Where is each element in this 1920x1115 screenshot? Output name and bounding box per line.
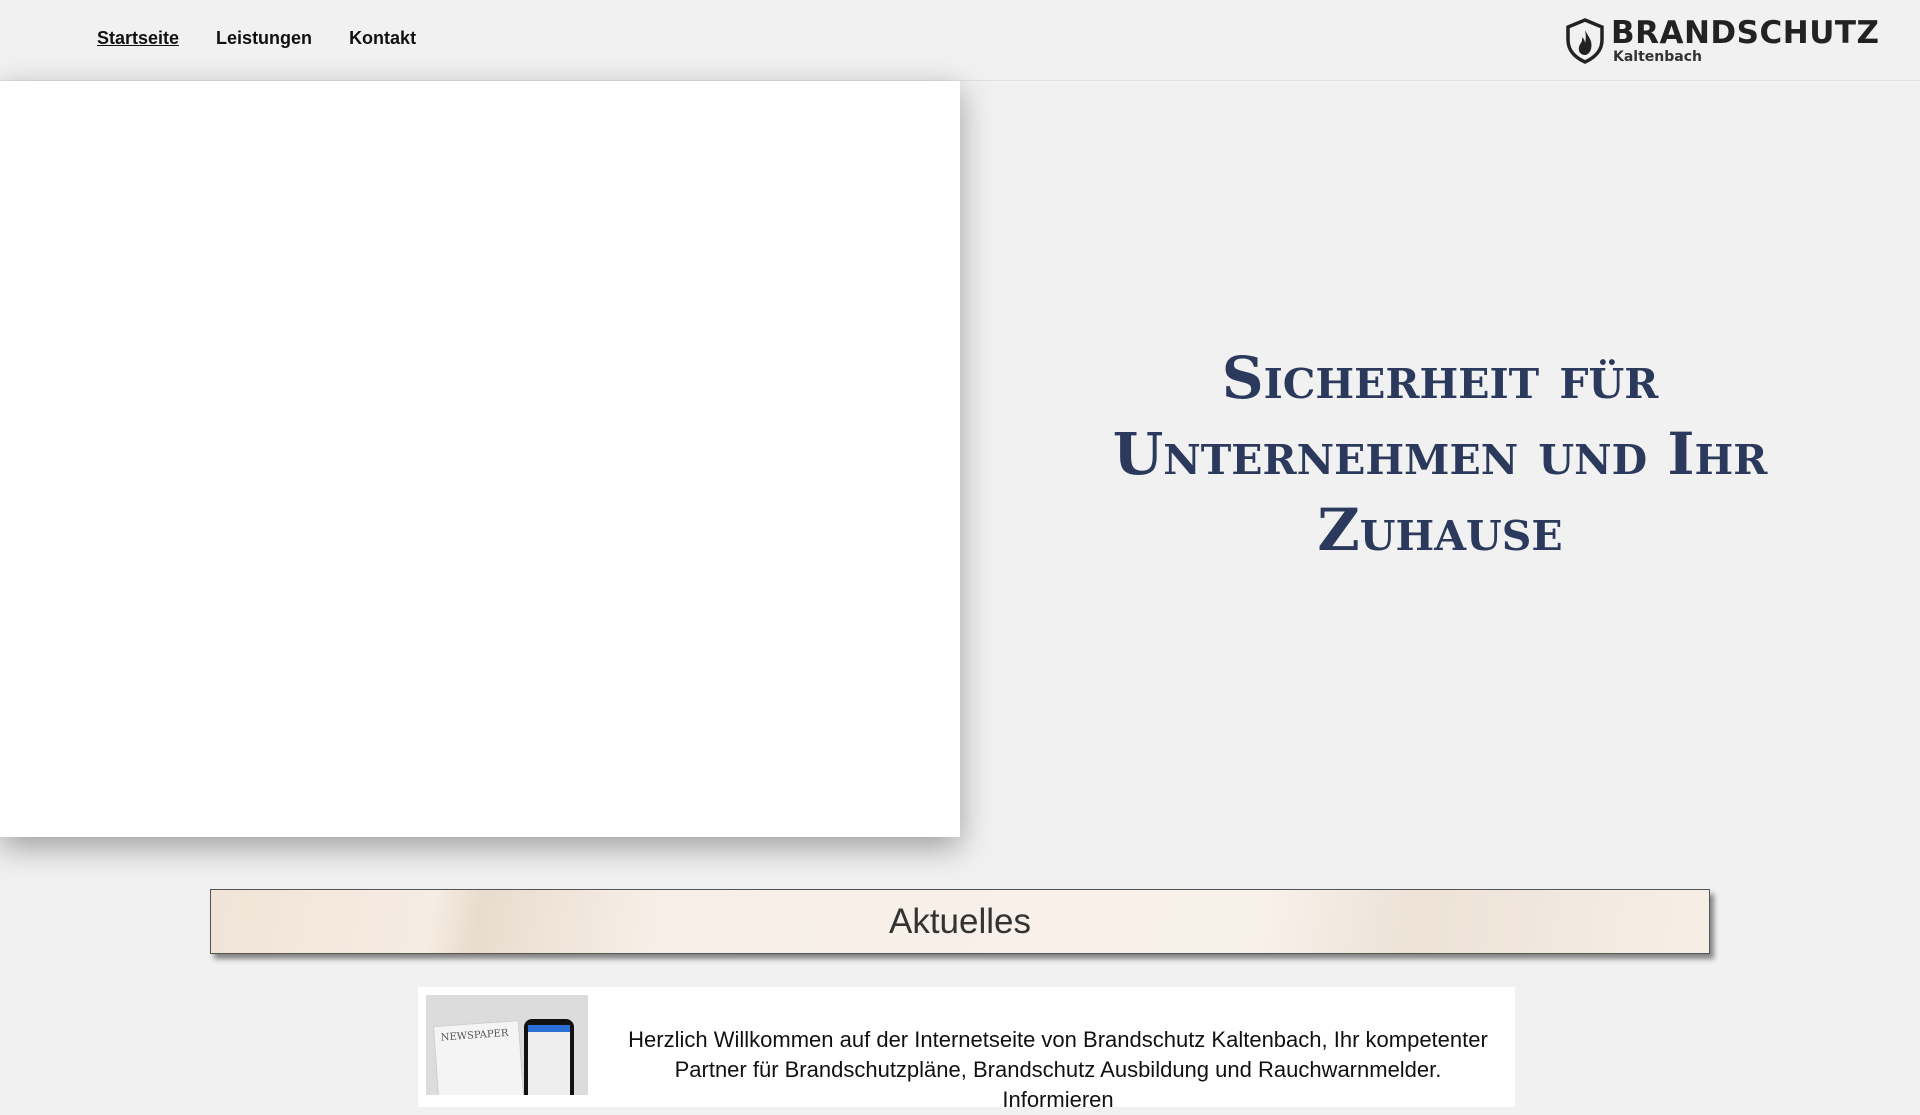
hero-line: Sicherheit für [1221, 344, 1659, 412]
hero-line: Zuhause [1317, 496, 1563, 564]
hero-image-panel [0, 81, 960, 837]
phone-icon [524, 1019, 574, 1095]
news-heading: Aktuelles [888, 901, 1032, 941]
main-nav: Startseite Leistungen Kontakt [97, 28, 416, 49]
newspaper-icon: NEWSPAPER [432, 1020, 526, 1095]
logo-title: BRANDSCHUTZ [1611, 15, 1880, 51]
news-section-header: Aktuelles [210, 889, 1710, 954]
logo[interactable]: BRANDSCHUTZ Kaltenbach [1565, 17, 1880, 65]
intro-text: Herzlich Willkommen auf der Internetseit… [628, 1027, 1488, 1112]
nav-kontakt[interactable]: Kontakt [349, 28, 416, 49]
nav-leistungen[interactable]: Leistungen [216, 28, 312, 49]
logo-subtitle: Kaltenbach [1613, 49, 1702, 65]
site-header: Startseite Leistungen Kontakt BRANDSCHUT… [0, 0, 1920, 81]
flame-shield-icon [1566, 18, 1604, 64]
news-card: NEWSPAPER Herzlich Willkommen auf der In… [418, 987, 1515, 1112]
hero-heading: Sicherheit für Unternehmen und Ihr Zuhau… [1040, 340, 1840, 568]
newspaper-image: NEWSPAPER [426, 995, 588, 1095]
nav-startseite[interactable]: Startseite [97, 28, 179, 49]
hero-line: Unternehmen und Ihr [1112, 420, 1768, 488]
